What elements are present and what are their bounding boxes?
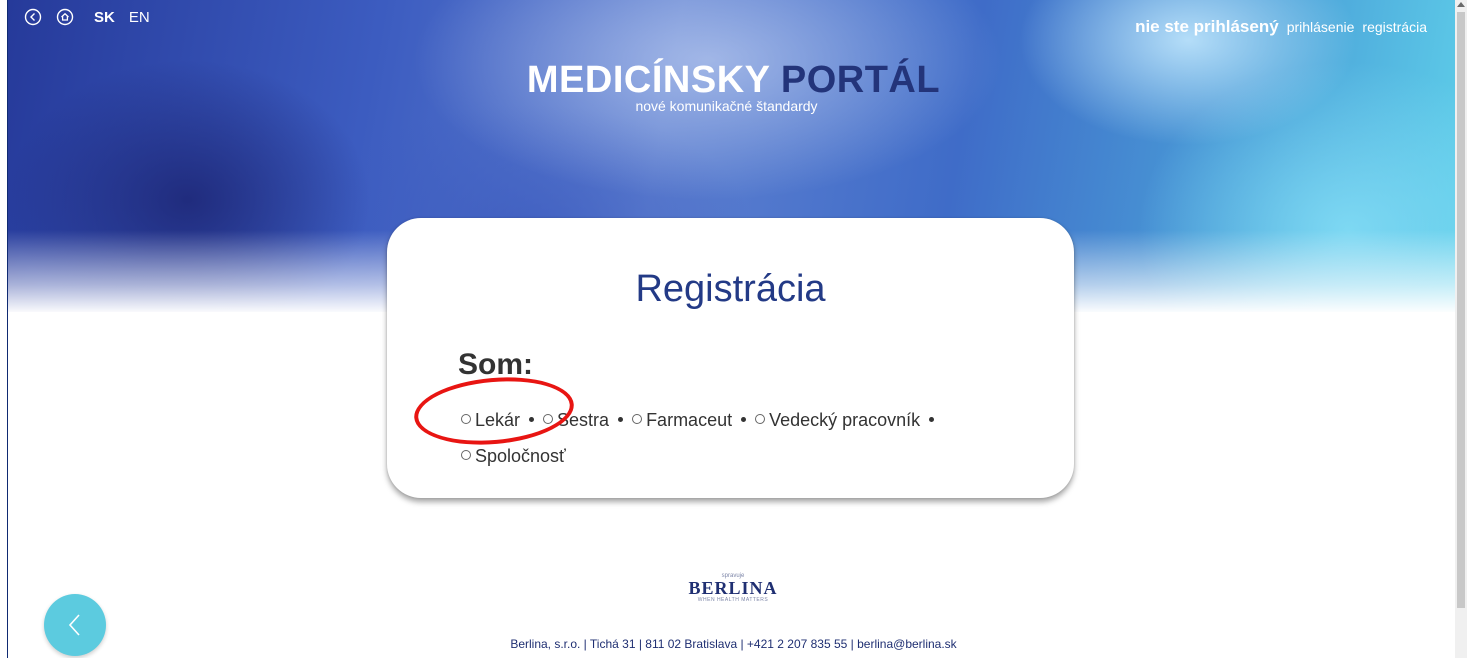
scroll-up-arrow-icon[interactable] [1457,2,1465,7]
logo-title-part1: MEDICÍNSKY [526,59,770,101]
bullet-separator [741,417,747,422]
language-sk[interactable]: SK [94,9,115,26]
radio-circle-icon [632,414,643,424]
role-option-vedecky-pracovnik[interactable]: Vedecký pracovník [755,410,920,430]
footer-address: Berlina, s.r.o. | Tichá 31 | 811 02 Brat… [510,637,957,651]
logo-title: MEDICÍNSKY PORTÁL [0,58,1467,102]
bullet-separator [618,417,624,422]
floating-back-button[interactable] [44,594,106,656]
role-option-label: Spoločnosť [475,446,566,466]
berlina-logo-tagline: WHEN HEALTH MATTERS [697,597,769,603]
login-link[interactable]: prihlásenie [1287,19,1355,35]
role-option-label: Farmaceut [646,410,733,430]
berlina-logo[interactable]: spravuje BERLINA WHEN HEALTH MATTERS [687,573,779,603]
chevron-left-icon [68,614,80,636]
topbar-left: SK EN [24,8,150,26]
radio-circle-icon [461,450,471,460]
logo-subtitle: nové komunikačné štandardy [635,98,818,114]
login-status: nie ste prihlásený [1135,17,1279,36]
topbar-right: nie ste prihlásený prihlásenie registrác… [1135,17,1427,37]
language-en[interactable]: EN [129,9,150,26]
page: SK EN nie ste prihlásený prihlásenie reg… [0,0,1467,658]
circle-arrow-left-icon[interactable] [24,8,42,26]
bullet-separator [929,417,935,422]
registration-card: Registrácia Som: Lekár Sestra Farmaceut Ved… [387,218,1074,498]
logo-title-part2: PORTÁL [780,59,941,101]
radio-circle-icon [755,414,766,424]
register-link[interactable]: registrácia [1362,19,1427,35]
role-option-farmaceut[interactable]: Farmaceut [632,410,732,430]
card-title: Registrácia [635,268,826,310]
portal-logo[interactable]: MEDICÍNSKY PORTÁL nové komunikačné štand… [0,58,1467,114]
berlina-logo-name: BERLINA [688,578,778,598]
circle-home-icon[interactable] [56,8,74,26]
role-option-spolocnost[interactable]: Spoločnosť [461,446,566,466]
role-option-label: Vedecký pracovník [769,410,921,430]
